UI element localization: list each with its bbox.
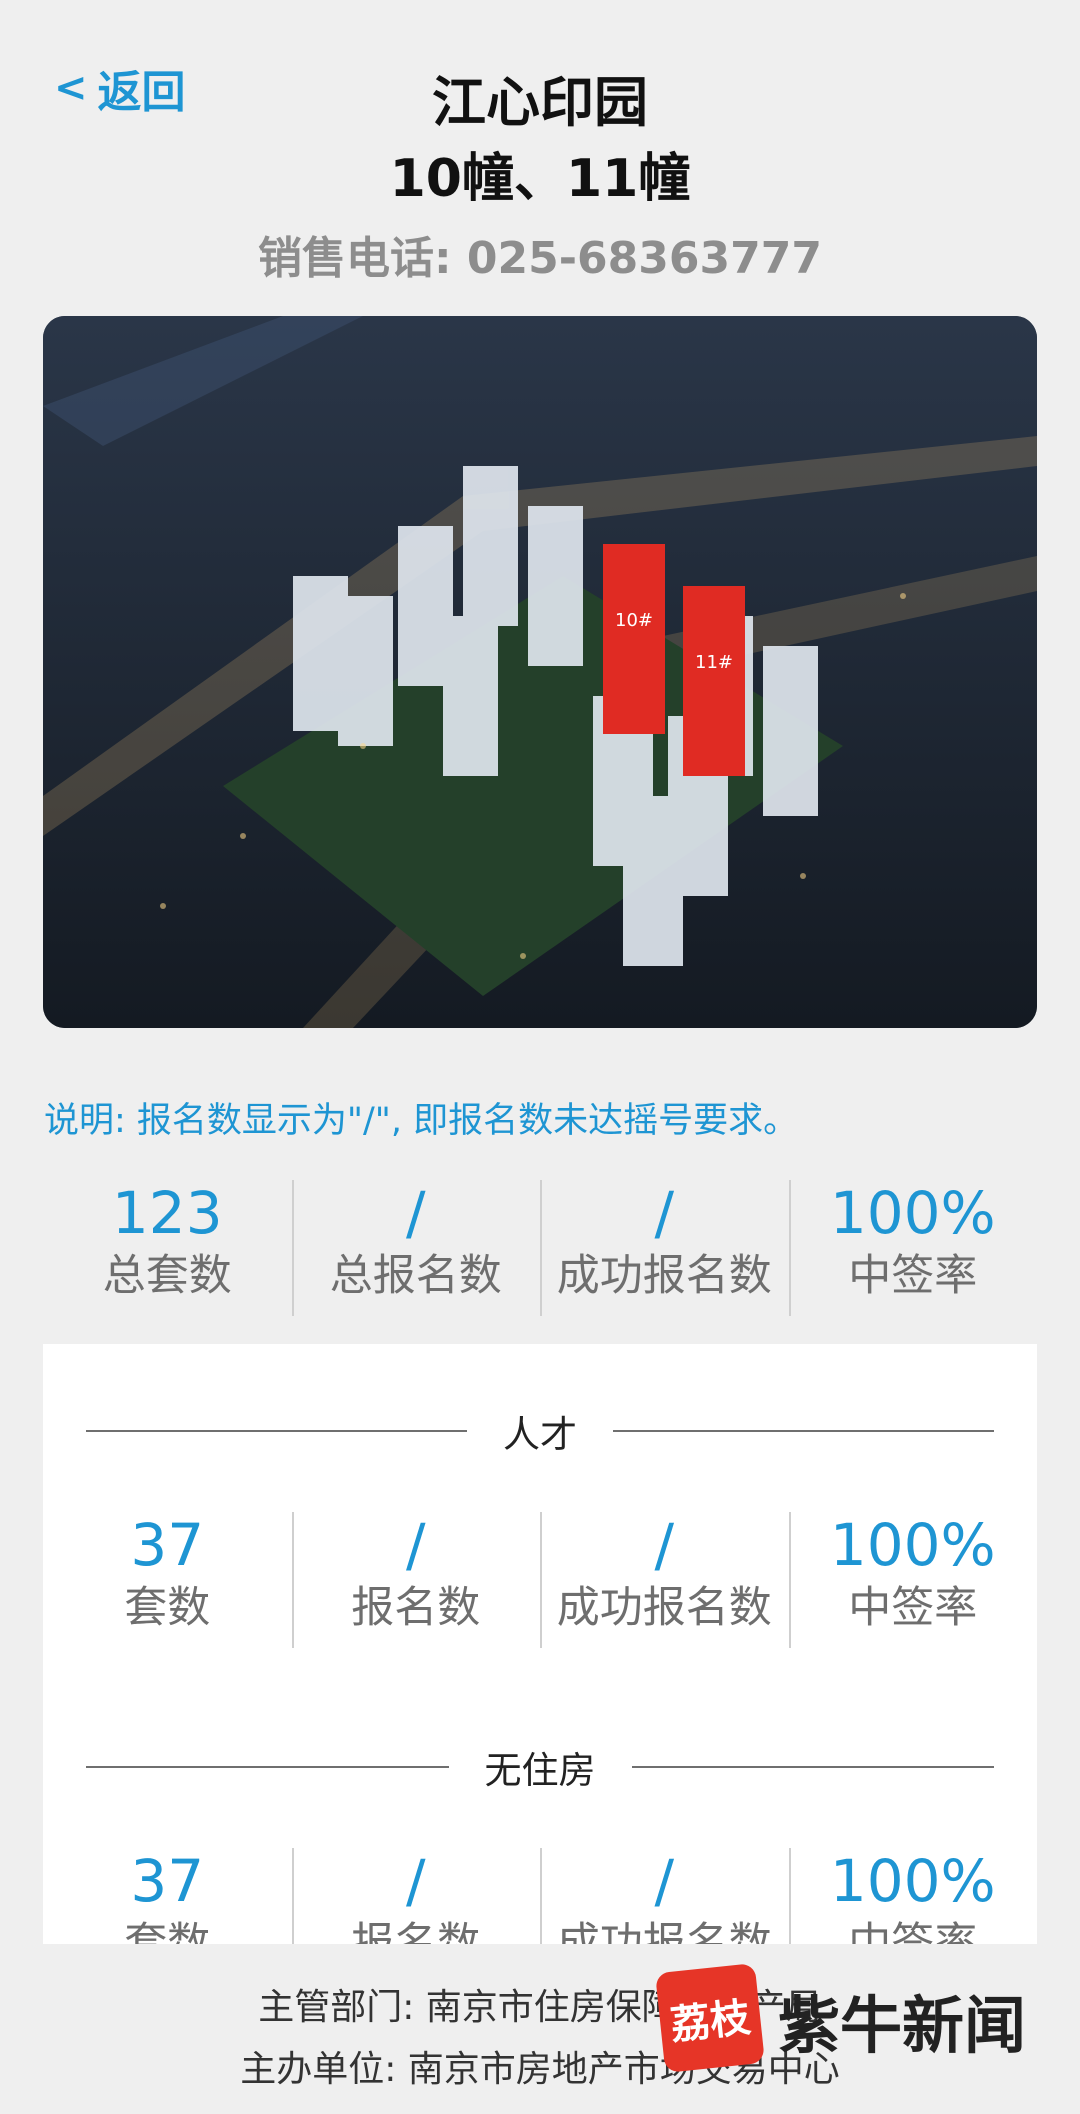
stat-label: 套数 bbox=[124, 1583, 211, 1633]
divider bbox=[86, 1430, 467, 1432]
stat-units: 37 套数 bbox=[43, 1848, 292, 1944]
building-10-label: 10# bbox=[615, 610, 653, 631]
stat-value: / bbox=[405, 1847, 426, 1915]
stat-value: / bbox=[654, 1179, 675, 1247]
project-title: 江心印园 bbox=[432, 71, 648, 134]
stat-total-units: 123 总套数 bbox=[43, 1180, 292, 1304]
sales-phone[interactable]: 销售电话: 025-68363777 bbox=[0, 222, 1080, 286]
stat-value: 100% bbox=[829, 1511, 996, 1579]
stat-value: / bbox=[654, 1847, 675, 1915]
stat-label: 总套数 bbox=[102, 1251, 232, 1301]
divider bbox=[86, 1766, 449, 1768]
building-subtitle: 10幢、11幢 bbox=[389, 149, 691, 209]
stat-win-rate: 100% 中签率 bbox=[788, 1179, 1038, 1316]
section-title: 人才 bbox=[503, 1413, 577, 1456]
section-title: 无住房 bbox=[484, 1749, 596, 1792]
stat-label: 报名数 bbox=[351, 1919, 481, 1944]
stat-label: 成功报名数 bbox=[556, 1583, 772, 1633]
divider bbox=[613, 1430, 994, 1432]
project-aerial-image: 10# 11# bbox=[43, 316, 1037, 1028]
building-11-label: 11# bbox=[695, 652, 733, 673]
stat-successful-applicants: / 成功报名数 bbox=[540, 1848, 789, 1944]
stat-value: 100% bbox=[829, 1847, 996, 1915]
stat-value: / bbox=[654, 1511, 675, 1579]
stat-value: / bbox=[405, 1511, 426, 1579]
section-header-talent: 人才 bbox=[43, 1404, 1037, 1458]
stat-successful-applicants: / 成功报名数 bbox=[540, 1179, 789, 1316]
no-housing-stats: 37 套数 / 报名数 / 成功报名数 100% 中签率 bbox=[43, 1848, 1037, 1944]
stat-label: 中签率 bbox=[848, 1251, 978, 1301]
stat-label: 总报名数 bbox=[329, 1251, 502, 1301]
stat-successful-applicants: / 成功报名数 bbox=[540, 1511, 789, 1648]
watermark-text: 紫牛新闻 bbox=[778, 1989, 1027, 2062]
stat-value: 100% bbox=[829, 1179, 996, 1247]
stat-label: 成功报名数 bbox=[556, 1919, 772, 1944]
watermark-logo-icon: 荔枝 bbox=[655, 1963, 765, 2073]
stat-applicants: / 报名数 bbox=[291, 1511, 541, 1648]
talent-stats: 37 套数 / 报名数 / 成功报名数 100% 中签率 bbox=[43, 1511, 1038, 1648]
category-card: 人才 37 套数 / 报名数 / 成功报名数 100% 中签率 无住房 37 套… bbox=[43, 1344, 1037, 1944]
summary-stats: 123 总套数 / 总报名数 / 成功报名数 100% 中签率 bbox=[43, 1179, 1038, 1316]
stat-label: 中签率 bbox=[848, 1919, 978, 1944]
stat-total-applicants: / 总报名数 bbox=[291, 1179, 541, 1316]
stat-win-rate: 100% 中签率 bbox=[788, 1511, 1038, 1648]
stat-value: 123 bbox=[111, 1179, 223, 1247]
stat-label: 报名数 bbox=[351, 1583, 481, 1633]
stat-value: / bbox=[405, 1179, 426, 1247]
stat-applicants: / 报名数 bbox=[291, 1847, 541, 1944]
stat-label: 套数 bbox=[124, 1919, 211, 1944]
header: < 返回 江心印园 10幢、11幢 销售电话: 025-68363777 bbox=[0, 0, 1080, 300]
stat-value: 37 bbox=[130, 1847, 205, 1915]
stat-units: 37 套数 bbox=[43, 1512, 292, 1636]
divider bbox=[631, 1766, 994, 1768]
stat-value: 37 bbox=[130, 1511, 205, 1579]
stat-win-rate: 100% 中签率 bbox=[788, 1847, 1038, 1944]
section-header-no-housing: 无住房 bbox=[43, 1740, 1037, 1794]
info-note: 说明: 报名数显示为"/", 即报名数未达摇号要求。 bbox=[44, 1101, 799, 1141]
stat-label: 成功报名数 bbox=[556, 1251, 772, 1301]
stat-label: 中签率 bbox=[848, 1583, 978, 1633]
